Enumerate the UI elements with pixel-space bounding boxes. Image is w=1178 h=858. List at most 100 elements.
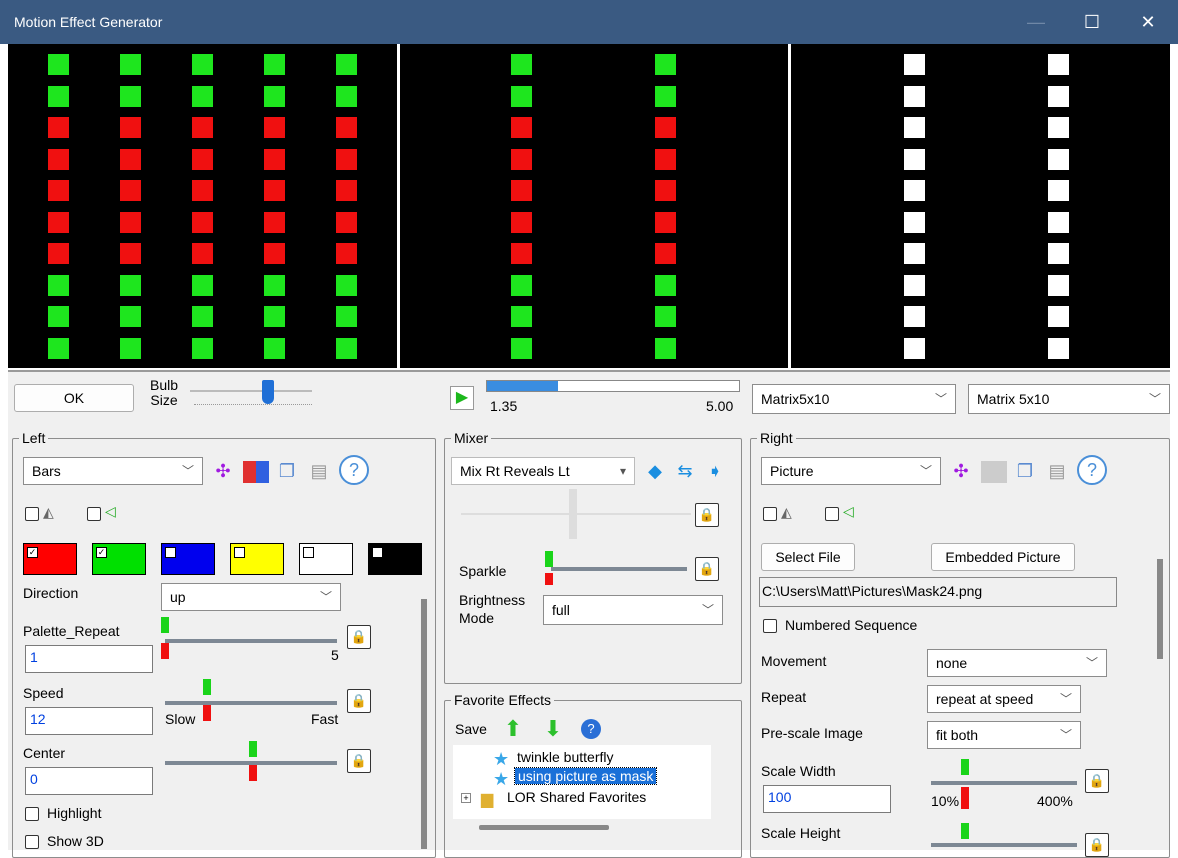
- lock-icon[interactable]: 🔒: [347, 689, 371, 713]
- bulb: [336, 211, 357, 233]
- center-input[interactable]: 0: [25, 767, 153, 795]
- favorites-save-label: Save: [455, 721, 487, 737]
- bulb-size-slider[interactable]: [190, 390, 312, 392]
- paste-icon[interactable]: ▤: [1043, 457, 1071, 485]
- lock-icon[interactable]: 🔒: [347, 625, 371, 649]
- slider-value-marker[interactable]: [249, 765, 257, 781]
- swatch-checkbox[interactable]: [372, 547, 383, 558]
- move-up-icon[interactable]: ⬆: [499, 715, 527, 743]
- scale-width-input[interactable]: 100: [763, 785, 891, 813]
- merge-icon[interactable]: ✣: [947, 457, 975, 485]
- prescale-select[interactable]: fit both ﹀: [927, 721, 1081, 749]
- color-swatch[interactable]: [230, 543, 284, 575]
- palette-repeat-slider[interactable]: [165, 639, 337, 643]
- color-swatch[interactable]: [299, 543, 353, 575]
- embedded-picture-button[interactable]: Embedded Picture: [931, 543, 1075, 571]
- slider-value-marker[interactable]: [961, 787, 969, 809]
- favorite-folder[interactable]: LOR Shared Favorites: [507, 789, 646, 805]
- movement-select[interactable]: none ﹀: [927, 649, 1107, 677]
- right-scrollbar[interactable]: [1157, 559, 1163, 659]
- left-effect-select[interactable]: Bars ﹀: [23, 457, 203, 485]
- flip-vertical-checkbox[interactable]: [87, 507, 101, 521]
- repeat-select[interactable]: repeat at speed ﹀: [927, 685, 1081, 713]
- brightness-mode-select[interactable]: full ﹀: [543, 595, 723, 625]
- swap-icon[interactable]: ⇆: [671, 457, 699, 485]
- progress-bar[interactable]: [486, 380, 740, 392]
- mix-level-thumb[interactable]: [569, 489, 577, 539]
- bulb: [264, 117, 285, 138]
- speed-input[interactable]: 12: [25, 707, 153, 735]
- flip-vertical-checkbox[interactable]: [825, 507, 839, 521]
- mixed-preview-pane: [401, 44, 787, 368]
- swatch-checkbox[interactable]: ✓: [27, 547, 38, 558]
- lock-icon[interactable]: 🔒: [695, 557, 719, 581]
- bulb: [511, 148, 532, 170]
- scale-height-slider[interactable]: [931, 843, 1077, 847]
- color-swatch[interactable]: ✓: [92, 543, 146, 575]
- slider-default-marker: [961, 759, 969, 775]
- slider-value-marker[interactable]: [161, 643, 169, 659]
- bulb-size-label: Bulb Size: [149, 377, 179, 408]
- arrow-right-icon[interactable]: ➧: [701, 457, 729, 485]
- lock-icon[interactable]: 🔒: [695, 503, 719, 527]
- minimize-button[interactable]: —: [1018, 8, 1054, 36]
- sparkle-slider[interactable]: [551, 567, 687, 571]
- lock-icon[interactable]: 🔒: [1085, 769, 1109, 793]
- palette-icon[interactable]: [243, 461, 269, 483]
- expand-icon[interactable]: +: [461, 793, 471, 803]
- left-model-select[interactable]: Matrix5x10 ﹀: [752, 384, 956, 414]
- scale-width-label: Scale Width: [761, 763, 836, 779]
- direction-select[interactable]: up ﹀: [161, 583, 341, 611]
- copy-icon[interactable]: ❐: [1011, 457, 1039, 485]
- mix-mode-select[interactable]: Mix Rt Reveals Lt ▾: [451, 457, 635, 485]
- swatch-checkbox[interactable]: [234, 547, 245, 558]
- flip-horizontal-checkbox[interactable]: [763, 507, 777, 521]
- close-button[interactable]: ✕: [1130, 8, 1166, 36]
- palette-repeat-input[interactable]: 1: [25, 645, 153, 673]
- color-swatch[interactable]: [368, 543, 422, 575]
- lock-icon[interactable]: 🔒: [1085, 833, 1109, 857]
- color-swatch[interactable]: ✓: [23, 543, 77, 575]
- help-icon[interactable]: ?: [581, 719, 601, 739]
- bulb: [192, 180, 213, 201]
- play-icon[interactable]: ▶: [450, 386, 474, 410]
- merge-icon[interactable]: ✣: [209, 457, 237, 485]
- flip-horizontal-checkbox[interactable]: [25, 507, 39, 521]
- bulb: [655, 54, 676, 75]
- favorite-item[interactable]: twinkle butterfly: [517, 749, 613, 765]
- favorites-tree[interactable]: ★ twinkle butterfly ★ using picture as m…: [453, 745, 711, 819]
- highlight-checkbox[interactable]: [25, 807, 39, 821]
- slider-value-marker[interactable]: [545, 573, 553, 585]
- right-model-select[interactable]: Matrix 5x10 ﹀: [968, 384, 1170, 414]
- bulb-size-thumb[interactable]: [262, 380, 274, 404]
- chevron-down-icon: ﹀: [919, 464, 932, 478]
- scale-width-slider[interactable]: [931, 781, 1077, 785]
- right-effect-select[interactable]: Picture ﹀: [761, 457, 941, 485]
- paste-icon[interactable]: ▤: [305, 457, 333, 485]
- bulb: [264, 180, 285, 201]
- swatch-checkbox[interactable]: [303, 547, 314, 558]
- maximize-button[interactable]: ☐: [1074, 8, 1110, 36]
- swatch-checkbox[interactable]: ✓: [96, 547, 107, 558]
- swatch-checkbox[interactable]: [165, 547, 176, 558]
- arrow-left-icon[interactable]: ◆: [641, 457, 669, 485]
- left-scrollbar[interactable]: [421, 599, 427, 849]
- help-icon[interactable]: ?: [339, 455, 369, 485]
- bulb: [264, 274, 285, 296]
- copy-icon[interactable]: ❐: [273, 457, 301, 485]
- speed-slider[interactable]: [165, 701, 337, 705]
- numbered-sequence-checkbox[interactable]: [763, 619, 777, 633]
- help-icon[interactable]: ?: [1077, 455, 1107, 485]
- palette-repeat-label: Palette_Repeat: [23, 623, 120, 639]
- folder-icon: ▆: [481, 791, 494, 808]
- slider-min-marker: [161, 617, 169, 633]
- select-file-button[interactable]: Select File: [761, 543, 855, 571]
- favorites-hscrollbar[interactable]: [479, 825, 609, 830]
- favorite-item-selected[interactable]: using picture as mask: [513, 767, 658, 785]
- ok-button[interactable]: OK: [14, 384, 134, 412]
- lock-icon[interactable]: 🔒: [347, 749, 371, 773]
- show3d-checkbox[interactable]: [25, 835, 39, 849]
- slider-value-marker[interactable]: [203, 705, 211, 721]
- move-down-icon[interactable]: ⬇: [539, 715, 567, 743]
- color-swatch[interactable]: [161, 543, 215, 575]
